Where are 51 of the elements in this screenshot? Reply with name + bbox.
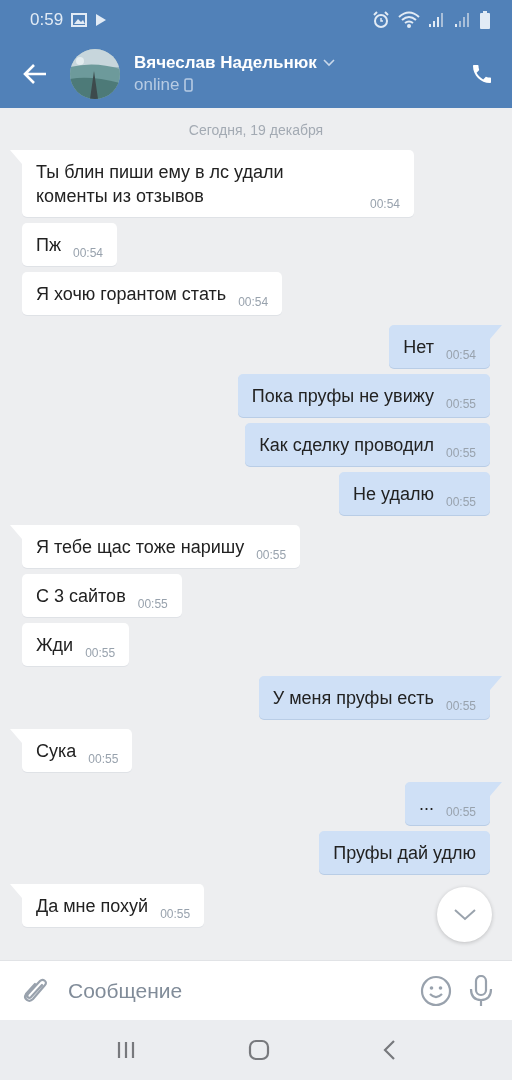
message-time: 00:55 — [85, 646, 116, 660]
message-text: Я тебе щас тоже наришу — [36, 536, 245, 559]
message-text: Пруфы дай удлю — [333, 842, 476, 865]
message-time: 00:55 — [445, 805, 476, 819]
date-divider: Сегодня, 19 декабря — [188, 121, 324, 138]
message-text: У меня пруфы есть — [272, 687, 434, 710]
image-icon — [71, 13, 88, 27]
message-time: 00:54 — [369, 197, 400, 211]
signal-icon — [428, 12, 446, 28]
status-time: 0:59 — [30, 10, 64, 30]
message-text: Жди — [36, 634, 74, 657]
message-time: 00:55 — [88, 752, 119, 766]
message-time: 00:55 — [445, 699, 476, 713]
message-text: Не удалю — [353, 483, 434, 506]
back-icon[interactable] — [382, 1039, 396, 1061]
message-text: С 3 сайтов — [36, 585, 126, 608]
message-time: 00:55 — [137, 597, 168, 611]
message-text: Сука — [36, 740, 77, 763]
wifi-icon — [398, 11, 420, 29]
chevron-down-icon — [453, 908, 476, 921]
recent-apps-icon[interactable] — [116, 1040, 136, 1060]
play-icon — [95, 13, 108, 27]
smiley-icon[interactable] — [420, 974, 452, 1007]
message-text: Пж — [36, 234, 61, 257]
message-text: ... — [418, 793, 434, 816]
alarm-icon — [372, 11, 390, 29]
online-status: online — [134, 75, 180, 95]
microphone-icon[interactable] — [468, 974, 494, 1007]
home-icon[interactable] — [248, 1039, 270, 1061]
phone-device-icon — [184, 78, 194, 92]
message-time: 00:55 — [160, 907, 191, 921]
contact-name[interactable]: Вячеслав Надельнюк — [134, 53, 317, 73]
message-time: 00:55 — [445, 495, 476, 509]
message-time: 00:55 — [445, 446, 476, 460]
phone-call-icon[interactable] — [470, 62, 494, 86]
message-text: Как сделку проводил — [259, 434, 434, 457]
battery-icon — [480, 11, 490, 29]
message-time: 00:54 — [445, 348, 476, 362]
message-text: Нет — [403, 336, 434, 359]
message-input[interactable]: Сообщение — [66, 977, 404, 1004]
message-time: 00:55 — [256, 548, 287, 562]
message-text: Да мне похуй — [36, 895, 149, 918]
chevron-down-icon[interactable] — [322, 59, 335, 67]
message-text: Ты блин пиши ему в лс удали коменты из отзывов — [36, 161, 285, 208]
message-text: Я хочю горантом стать — [36, 283, 227, 306]
message-time: 00:54 — [73, 246, 103, 260]
message-text: Пока пруфы не увижу — [251, 385, 434, 408]
message-time: 00:54 — [238, 295, 269, 309]
back-arrow-icon[interactable] — [22, 63, 48, 85]
message-time: 00:55 — [445, 397, 476, 411]
signal-icon — [454, 12, 472, 28]
